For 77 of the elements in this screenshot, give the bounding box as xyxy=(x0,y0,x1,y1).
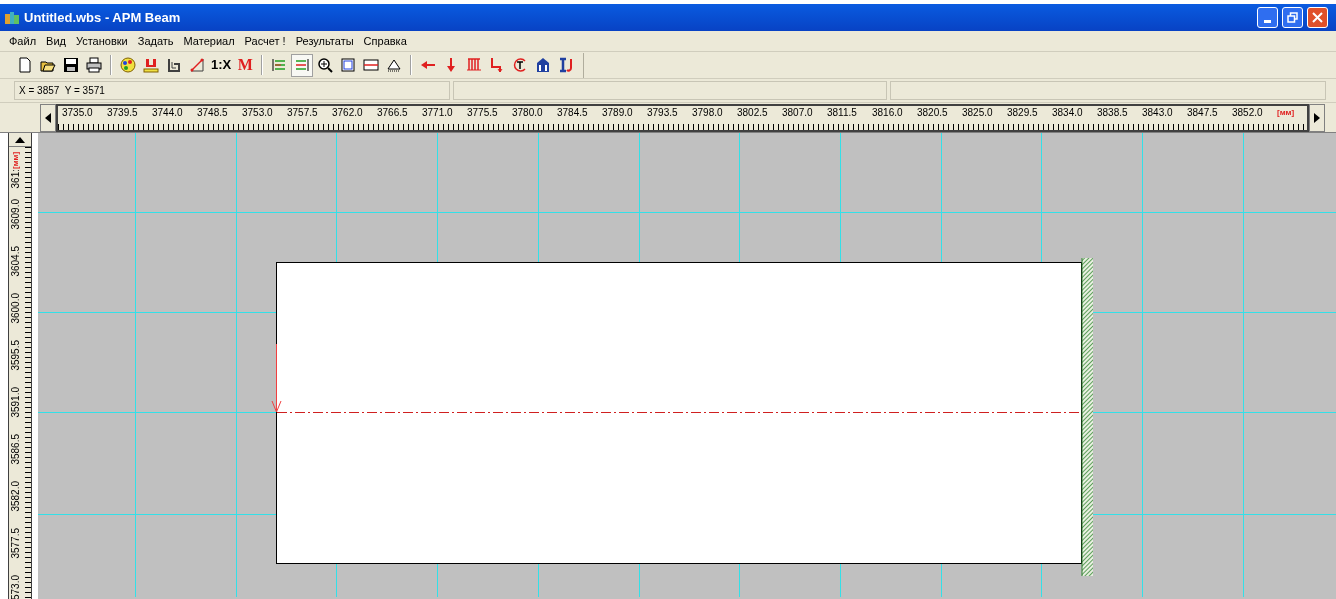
ruler-label: 3762.0 xyxy=(332,106,363,118)
scroll-right-button[interactable] xyxy=(1309,103,1325,132)
beam-profile-icon xyxy=(558,57,575,73)
ruler-label: 3780.0 xyxy=(512,106,543,118)
ruler-label: 3816.0 xyxy=(872,106,903,118)
ruler-label: 3766.5 xyxy=(377,106,408,118)
ruler-label: 3739.5 xyxy=(107,106,138,118)
app-icon xyxy=(4,9,20,26)
ruler-label: 3586.5 xyxy=(10,434,22,465)
toolbar-button[interactable]: M xyxy=(234,53,257,77)
ruler-label: 3789.0 xyxy=(602,106,633,118)
ruler-label: 3757.5 xyxy=(287,106,318,118)
zoom-in-icon xyxy=(317,57,334,73)
ruler-label: 3775.5 xyxy=(467,106,498,118)
menu-item[interactable]: Файл xyxy=(4,32,42,50)
menu-item[interactable]: Результаты xyxy=(290,32,359,50)
diagonal-line-icon xyxy=(189,57,205,73)
square-icon xyxy=(340,57,357,73)
ruler-label: 3591.0 xyxy=(10,387,22,418)
lines-icon xyxy=(271,57,288,73)
menu-item[interactable]: Справка xyxy=(358,32,412,50)
ruler-label: 3829.5 xyxy=(1007,106,1038,118)
ruler-label: 3838.5 xyxy=(1097,106,1128,118)
close-button[interactable] xyxy=(1307,7,1328,28)
palette-icon xyxy=(120,57,136,73)
ruler-label: 3735.0 xyxy=(62,106,93,118)
toolbar-button[interactable]: 1:X xyxy=(209,53,234,77)
ruler-label: 3784.5 xyxy=(557,106,588,118)
new-file-icon xyxy=(17,57,33,73)
spiral-icon xyxy=(166,57,182,73)
close-icon xyxy=(1312,12,1323,23)
lines-icon xyxy=(294,57,311,73)
ruler-label: 3744.0 xyxy=(152,106,183,118)
ruler-label: 3771.0 xyxy=(422,106,453,118)
ruler-label: 3802.5 xyxy=(737,106,768,118)
minimize-button[interactable] xyxy=(1257,7,1278,28)
minimize-icon xyxy=(1264,20,1271,23)
house-icon xyxy=(535,57,552,73)
ruler-label: 3609.0 xyxy=(10,199,22,230)
unit-label: [мм] xyxy=(1277,106,1295,119)
ruler-label: 3834.0 xyxy=(1052,106,1083,118)
right-arrow-icon xyxy=(1314,112,1320,123)
menu-item[interactable]: Вид xyxy=(41,32,71,50)
menu-item[interactable]: Установки xyxy=(70,32,133,50)
ruler-label: 3843.0 xyxy=(1142,106,1173,118)
menu-item[interactable]: Материал xyxy=(178,32,240,50)
menu-item[interactable]: Расчет ! xyxy=(239,32,291,50)
left-arrow-icon xyxy=(45,112,51,123)
window-title: Untitled.wbs - APM Beam xyxy=(24,8,181,27)
magnet-icon xyxy=(143,57,159,73)
ruler-label: 3577.5 xyxy=(10,528,22,559)
printer-icon xyxy=(86,57,102,73)
force-arrow xyxy=(271,343,282,413)
ruler-label: 3825.0 xyxy=(962,106,993,118)
ruler-label: 3811.5 xyxy=(827,106,857,118)
restore-icon xyxy=(1287,12,1298,23)
ruler-label: 3600.0 xyxy=(10,293,22,324)
ruler-label: 3595.5 xyxy=(10,340,22,371)
up-arrow-icon xyxy=(15,136,25,143)
ruler-label: 3793.5 xyxy=(647,106,678,118)
ruler-label: 3852.0 xyxy=(1232,106,1263,118)
ruler-label: 3847.5 xyxy=(1187,106,1218,118)
ruler-label: 361: xyxy=(10,169,22,189)
restore-button[interactable] xyxy=(1282,7,1303,28)
ruler-label: 3582.0 xyxy=(10,481,22,512)
scroll-left-button[interactable] xyxy=(40,103,56,132)
ruler-label: 3807.0 xyxy=(782,106,813,118)
distributed-load-icon xyxy=(466,57,483,73)
triangle-icon xyxy=(386,57,403,73)
unit-label: [мм] xyxy=(10,150,21,169)
ruler-label: 3820.5 xyxy=(917,106,948,118)
ruler-label: 3748.5 xyxy=(197,106,228,118)
ruler-label: 3604.5 xyxy=(10,246,22,277)
menu-item[interactable]: Задать xyxy=(132,32,179,50)
ruler-label: 3798.0 xyxy=(692,106,723,118)
coordinates-text: X = 3857 Y = 3571 xyxy=(19,84,105,98)
ruler-label: 3753.0 xyxy=(242,106,273,118)
